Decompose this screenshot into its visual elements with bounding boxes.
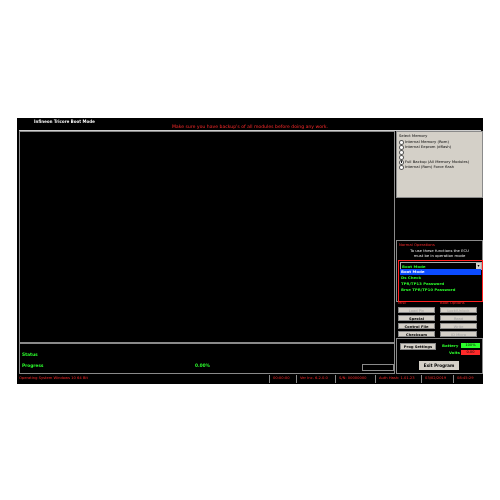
radio-icon[interactable] bbox=[399, 164, 404, 170]
control-file-button[interactable]: Control File bbox=[398, 323, 435, 329]
load-pin-button[interactable]: Load Pin bbox=[398, 307, 435, 313]
exit-program-button[interactable]: Exit Program bbox=[419, 361, 459, 370]
operation-note-line-2: must be in operation mode bbox=[413, 253, 466, 258]
window-title: Infineon Tricore Boot Mode bbox=[34, 119, 95, 124]
auth-hash: Auth Hash: 1.01.23 bbox=[379, 376, 415, 380]
prog-settings-button[interactable]: Prog Settings bbox=[400, 343, 436, 350]
boot-options-header: Boot Options bbox=[440, 300, 465, 305]
progress-bar bbox=[362, 364, 394, 371]
checksum-button[interactable]: Checksum bbox=[398, 331, 435, 337]
battery-value: 100% bbox=[461, 343, 480, 348]
date: 03/02/2019 bbox=[425, 376, 447, 380]
misc-header: Misc bbox=[398, 300, 407, 305]
clock: 08:45:29 bbox=[457, 376, 474, 380]
operation-select-value: Boot Mode bbox=[402, 263, 426, 269]
bottom-status-bar: Operating System Windows 10 64 Bit 00:00… bbox=[17, 374, 483, 384]
write-button[interactable]: Write bbox=[440, 323, 477, 329]
divider bbox=[296, 375, 297, 383]
operation-option-tpr-tp10[interactable]: Brse TPR/TP10 Password bbox=[400, 287, 481, 293]
operation-dropdown[interactable]: Boot Mode ▾ Boot Mode Ds Check TPR/TP13 … bbox=[398, 260, 483, 302]
divider bbox=[375, 375, 376, 383]
elapsed-time: 00:00:00 bbox=[273, 376, 290, 380]
lock-unlock-button[interactable]: Lock/Unlock bbox=[440, 307, 477, 313]
progress-value: 0.00% bbox=[195, 364, 210, 369]
id-micro-button[interactable]: ID Micro bbox=[440, 331, 477, 337]
battery-label: Battery bbox=[442, 343, 459, 348]
console-output[interactable] bbox=[19, 131, 395, 343]
normal-operations-panel: Normal Operations To use these functions… bbox=[396, 240, 483, 302]
status-label: Status bbox=[22, 353, 38, 358]
select-memory-header: Select Memory bbox=[399, 133, 428, 138]
serial-number: S/N: 00000000 bbox=[339, 376, 367, 380]
progress-label: Progress bbox=[22, 364, 44, 369]
volts-label: Volts bbox=[449, 350, 460, 355]
divider bbox=[453, 375, 454, 383]
volts-value: 0.00 bbox=[461, 350, 480, 355]
settings-meters-panel: Prog Settings Battery 100% Volts 0.00 Ex… bbox=[396, 338, 483, 374]
special-button[interactable]: Special bbox=[398, 315, 435, 321]
status-panel: Status Progress 0.00% bbox=[19, 343, 395, 374]
version-info: Ver Inc. 6.2.0.0 bbox=[300, 376, 328, 380]
os-info: Operating System Windows 10 64 Bit bbox=[19, 376, 88, 380]
memory-option-force-flash[interactable]: Internal (Rom) Force flash bbox=[399, 164, 454, 170]
select-memory-panel: Select Memory Internal Memory (Rom) Inte… bbox=[396, 131, 483, 198]
boot-mode-window: Infineon Tricore Boot Mode Make sure you… bbox=[17, 118, 483, 384]
divider bbox=[421, 375, 422, 383]
operation-options-list: Boot Mode Ds Check TPR/TP13 Password Brs… bbox=[400, 269, 481, 293]
divider bbox=[269, 375, 270, 383]
normal-operations-header: Normal Operations bbox=[399, 242, 435, 247]
read-button[interactable]: Read bbox=[440, 315, 477, 321]
divider bbox=[335, 375, 336, 383]
memory-option-eeprom[interactable]: Internal Eeprom (dflash) bbox=[399, 144, 451, 150]
